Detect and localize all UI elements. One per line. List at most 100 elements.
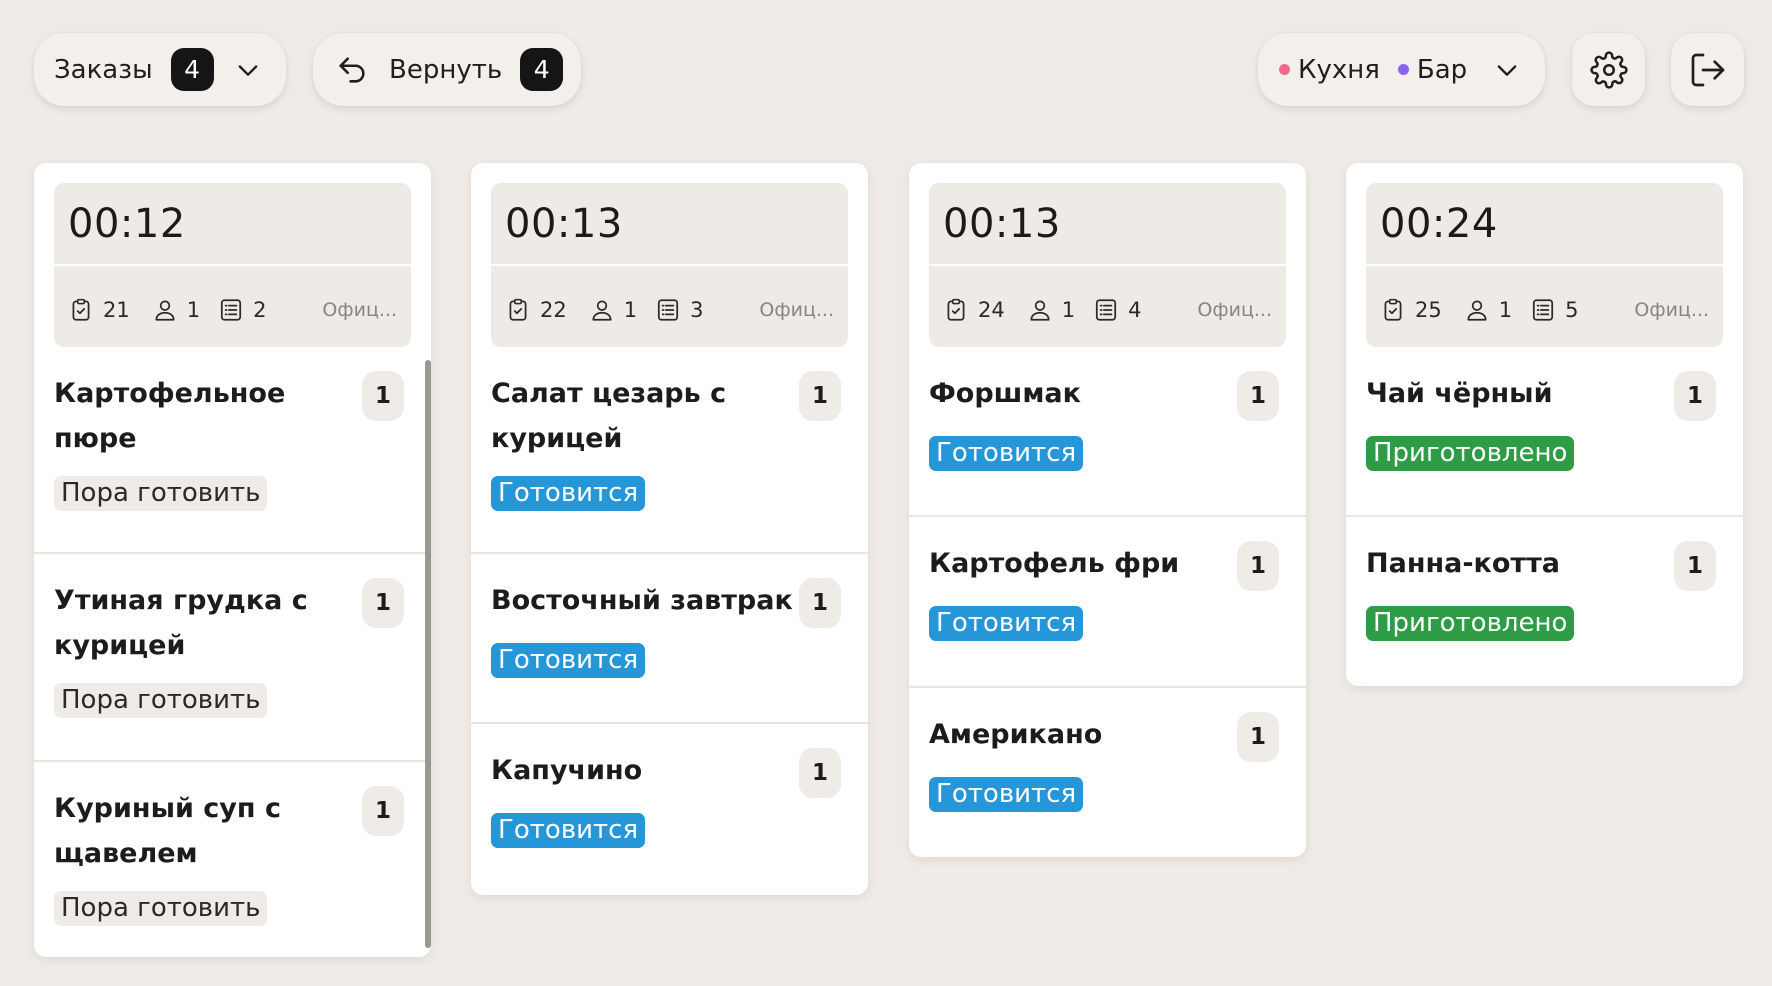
status-badge: Приготовлено [1366, 436, 1575, 471]
orders-dropdown[interactable]: Заказы 4 [34, 33, 286, 106]
item-qty-badge: 1 [799, 748, 841, 798]
divider [54, 264, 411, 266]
order-number: 21 [103, 298, 130, 322]
waiter-name: Офиц... [1197, 299, 1272, 321]
guests-count: 1 [186, 298, 201, 322]
stations-filter-dropdown[interactable]: Кухня Бар [1258, 33, 1545, 106]
guests-count: 1 [1498, 298, 1513, 322]
item-qty-badge: 1 [799, 371, 841, 421]
station-kitchen-label: Кухня [1298, 54, 1380, 85]
order-item[interactable]: Салат цезарь с курицей 1 Готовится [471, 347, 868, 554]
order-card[interactable]: 00:13 24 1 4 Офиц... Форшмак 1 Готовится… [909, 163, 1306, 857]
divider [1366, 264, 1723, 266]
item-name: Форшмак [929, 378, 1081, 409]
order-item[interactable]: Восточный завтрак 1 Готовится [471, 554, 868, 724]
items-count: 5 [1565, 298, 1579, 322]
item-name: Чай чёрный [1366, 378, 1553, 409]
item-qty-badge: 1 [1237, 712, 1279, 762]
status-badge: Готовится [929, 777, 1084, 812]
chevron-down-icon [234, 56, 262, 84]
logout-icon [1688, 50, 1728, 90]
order-item[interactable]: Картофельное пюре 1 Пора готовить [34, 347, 431, 554]
status-badge: Готовится [491, 643, 646, 678]
order-card-header: 00:13 24 1 4 Офиц... [929, 183, 1286, 347]
return-button[interactable]: Вернуть 4 [313, 33, 581, 106]
status-badge: Пора готовить [54, 683, 268, 718]
waiter-name: Офиц... [759, 299, 834, 321]
item-name: Куриный суп с щавелем [54, 793, 281, 869]
item-name: Восточный завтрак [491, 585, 793, 616]
order-card-header: 00:24 25 1 5 Офиц... [1366, 183, 1723, 347]
item-name: Картофельное пюре [54, 378, 286, 454]
order-item[interactable]: Куриный суп с щавелем 1 Пора готовить [34, 762, 431, 957]
items-count: 3 [690, 298, 704, 322]
kitchen-dot [1279, 64, 1290, 75]
order-timer: 00:12 [68, 201, 186, 247]
order-item[interactable]: Американо 1 Готовится [909, 688, 1306, 857]
order-number: 24 [978, 298, 1005, 322]
order-item[interactable]: Утиная грудка с курицей 1 Пора готовить [34, 554, 431, 762]
order-item[interactable]: Панна-котта 1 Приготовлено [1346, 517, 1743, 686]
status-badge: Готовится [491, 813, 646, 848]
order-card[interactable]: 00:24 25 1 5 Офиц... Чай чёрный 1 Пригот… [1346, 163, 1743, 686]
guests-count: 1 [1061, 298, 1076, 322]
status-badge: Готовится [929, 606, 1084, 641]
order-number-icon [1380, 297, 1406, 323]
order-card[interactable]: 00:12 21 1 2 Офиц... Картофельное пюре 1… [34, 163, 431, 957]
waiter-name: Офиц... [1634, 299, 1709, 321]
status-badge: Готовится [491, 476, 646, 511]
divider [491, 264, 848, 266]
order-card[interactable]: 00:13 22 1 3 Офиц... Салат цезарь с кури… [471, 163, 868, 895]
status-badge: Пора готовить [54, 891, 268, 926]
order-number-icon [943, 297, 969, 323]
order-card-header: 00:12 21 1 2 Офиц... [54, 183, 411, 347]
waiter-name: Офиц... [322, 299, 397, 321]
station-bar-label: Бар [1416, 54, 1468, 85]
order-item[interactable]: Чай чёрный 1 Приготовлено [1346, 347, 1743, 517]
item-qty-badge: 1 [799, 578, 841, 628]
orders-label: Заказы [54, 54, 153, 85]
undo-icon [335, 53, 369, 87]
items-count: 4 [1128, 298, 1142, 322]
order-number: 25 [1415, 298, 1442, 322]
items-list-icon [218, 297, 244, 323]
items-list-icon [1093, 297, 1119, 323]
item-name: Салат цезарь с курицей [491, 378, 727, 454]
guests-icon [1027, 297, 1053, 323]
status-badge: Пора готовить [54, 476, 268, 511]
return-count-badge: 4 [520, 48, 564, 91]
order-item[interactable]: Картофель фри 1 Готовится [909, 517, 1306, 688]
orders-count-badge: 4 [170, 48, 214, 91]
items-count: 2 [253, 298, 267, 322]
gear-icon [1589, 50, 1628, 89]
item-qty-badge: 1 [362, 578, 404, 628]
items-list-icon [1530, 297, 1556, 323]
item-qty-badge: 1 [362, 786, 404, 836]
order-number-icon [68, 297, 94, 323]
item-qty-badge: 1 [362, 371, 404, 421]
order-timer: 00:24 [1380, 201, 1498, 247]
divider [929, 264, 1286, 266]
item-qty-badge: 1 [1237, 371, 1279, 421]
order-card-header: 00:13 22 1 3 Офиц... [491, 183, 848, 347]
item-qty-badge: 1 [1237, 541, 1279, 591]
order-timer: 00:13 [943, 201, 1061, 247]
order-item[interactable]: Форшмак 1 Готовится [909, 347, 1306, 517]
item-name: Панна-котта [1366, 548, 1560, 579]
item-name: Американо [929, 719, 1103, 750]
item-qty-badge: 1 [1674, 541, 1716, 591]
item-name: Картофель фри [929, 548, 1180, 579]
settings-button[interactable] [1572, 33, 1645, 106]
order-timer: 00:13 [505, 201, 623, 247]
order-item[interactable]: Капучино 1 Готовится [471, 724, 868, 893]
guests-icon [589, 297, 615, 323]
item-qty-badge: 1 [1674, 371, 1716, 421]
item-name: Капучино [491, 755, 643, 786]
scrollbar[interactable] [425, 360, 431, 948]
item-name: Утиная грудка с курицей [54, 585, 308, 661]
guests-icon [1464, 297, 1490, 323]
status-badge: Приготовлено [1366, 606, 1575, 641]
items-list-icon [655, 297, 681, 323]
logout-button[interactable] [1671, 33, 1744, 106]
guests-icon [152, 297, 178, 323]
